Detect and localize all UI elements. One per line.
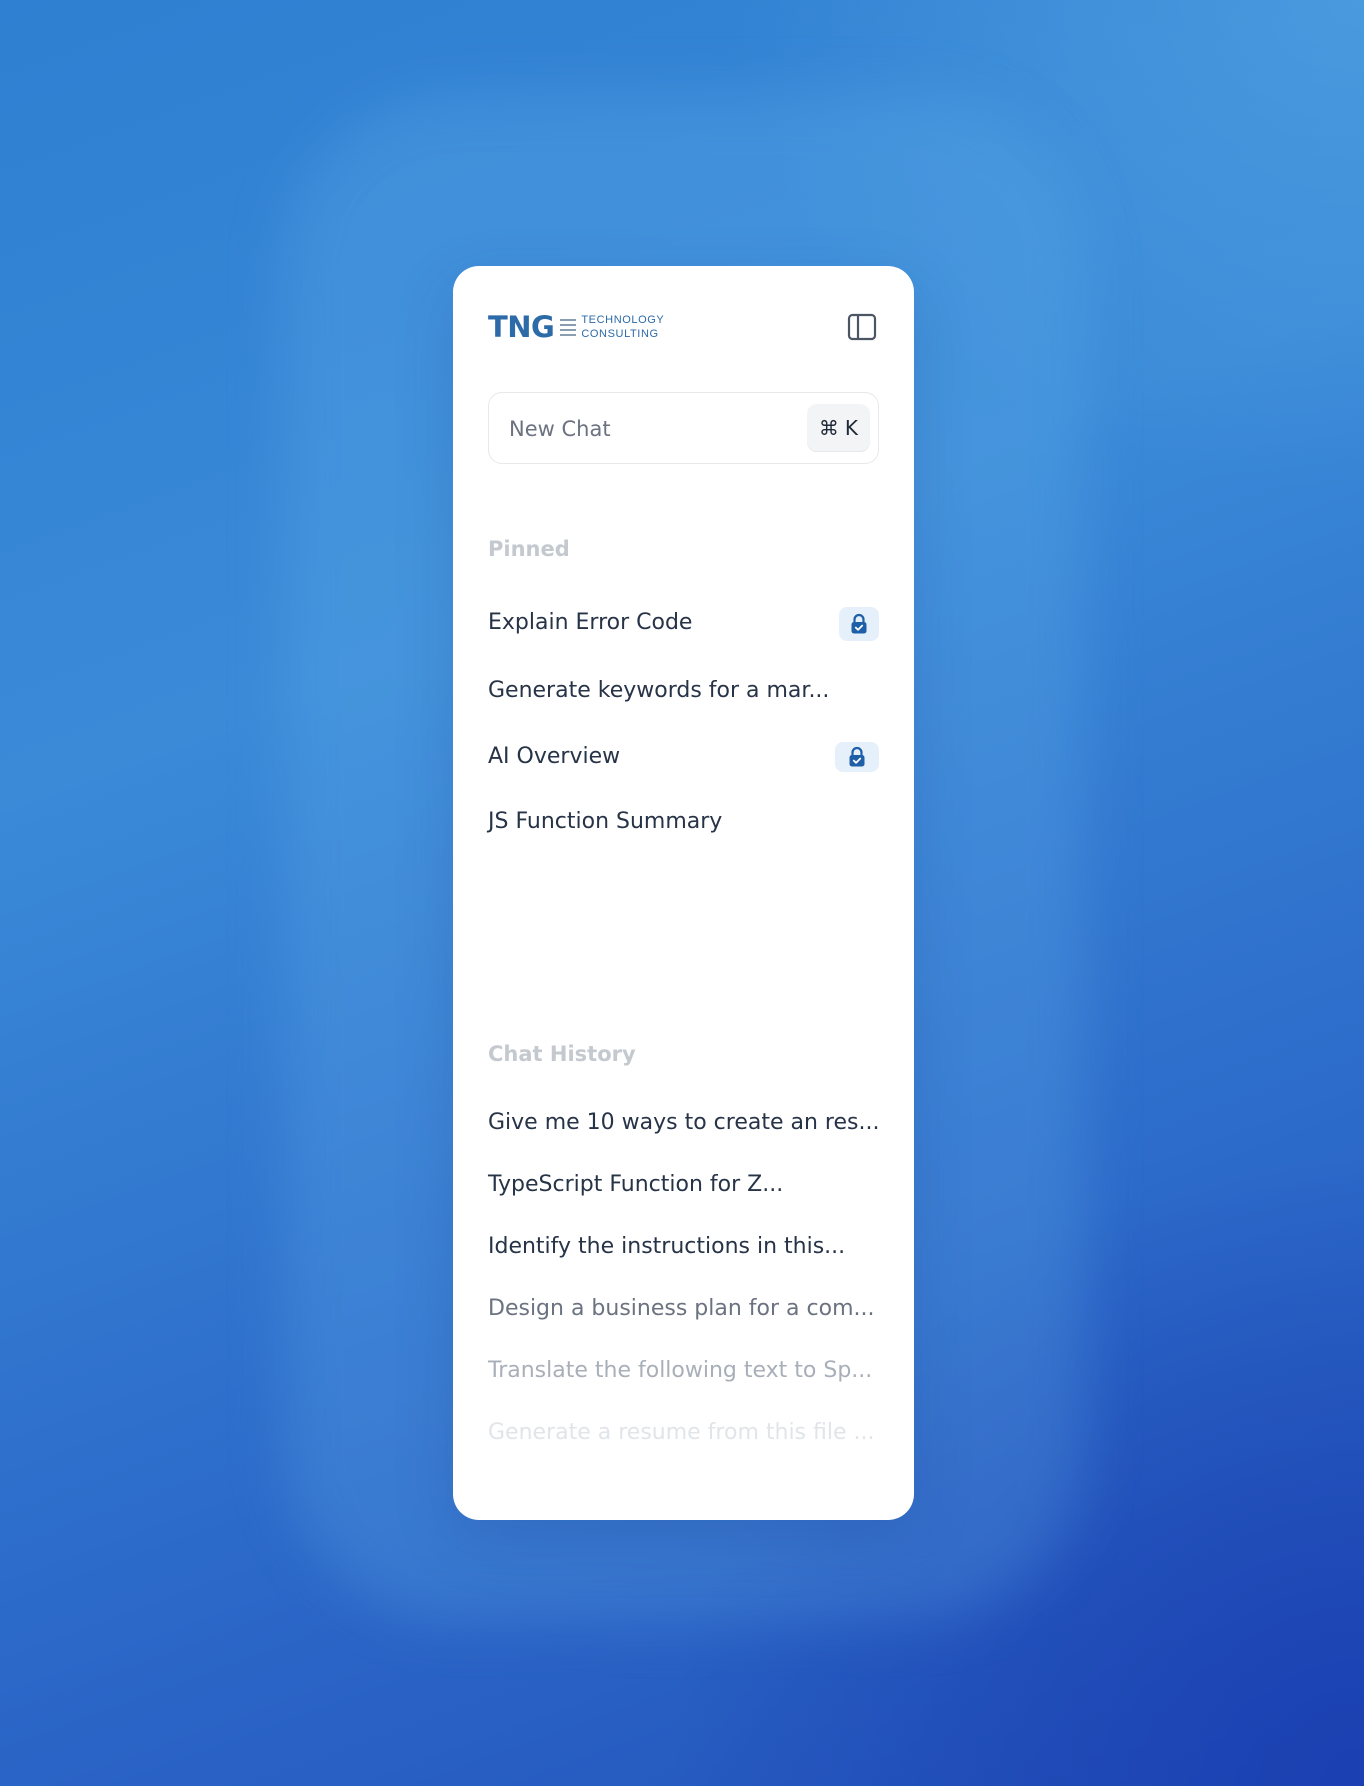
- sidebar-header: TNG TECHNOLOGY CONSULTING: [488, 306, 879, 348]
- pinned-item[interactable]: AI Overview: [488, 737, 879, 777]
- pinned-item-label: Generate keywords for a mar...: [488, 678, 830, 703]
- pinned-item[interactable]: Generate keywords for a mar...: [488, 671, 879, 711]
- lock-icon: [849, 746, 865, 767]
- history-item[interactable]: Translate the following text to Sp...: [488, 1351, 879, 1391]
- history-item[interactable]: Give me 10 ways to create an res...: [488, 1103, 879, 1143]
- pinned-item-label: AI Overview: [488, 744, 621, 769]
- pinned-item[interactable]: JS Function Summary: [488, 802, 879, 842]
- chat-sidebar-panel: TNG TECHNOLOGY CONSULTING New Chat ⌘ K P…: [453, 266, 914, 1520]
- pinned-item-label: Explain Error Code: [488, 610, 693, 635]
- new-chat-button[interactable]: New Chat ⌘ K: [488, 392, 879, 464]
- logo-text-line-1: TECHNOLOGY: [581, 314, 665, 326]
- history-item-label: TypeScript Function for Z...: [488, 1172, 784, 1197]
- lock-icon-badge: [839, 607, 879, 641]
- history-item-label: Give me 10 ways to create an res...: [488, 1110, 880, 1135]
- pinned-item[interactable]: Explain Error Code: [488, 603, 879, 643]
- history-item[interactable]: Identify the instructions in this...: [488, 1227, 879, 1267]
- logo-bars-icon: [560, 318, 577, 336]
- history-item-label: Identify the instructions in this...: [488, 1234, 846, 1259]
- history-item[interactable]: TypeScript Function for Z...: [488, 1165, 879, 1205]
- new-chat-label: New Chat: [509, 417, 611, 441]
- history-item[interactable]: Design a business plan for a com...: [488, 1289, 879, 1329]
- sidebar-panel-icon: [847, 313, 877, 341]
- history-item-label: Generate a resume from this file ...: [488, 1420, 875, 1445]
- keyboard-shortcut-badge: ⌘ K: [806, 404, 870, 452]
- history-item[interactable]: Generate a resume from this file ...: [488, 1413, 879, 1453]
- pinned-section-title: Pinned: [488, 537, 570, 561]
- logo-text-line-2: CONSULTING: [581, 328, 659, 340]
- logo-text: TECHNOLOGY CONSULTING: [581, 313, 664, 341]
- logo-mark: TNG: [488, 309, 555, 344]
- shortcut-key: K: [844, 416, 858, 440]
- history-item-label: Translate the following text to Sp...: [488, 1358, 873, 1383]
- pinned-item-label: JS Function Summary: [488, 809, 723, 834]
- lock-icon-badge: [835, 742, 879, 772]
- brand-logo: TNG TECHNOLOGY CONSULTING: [488, 306, 664, 348]
- command-key-icon: ⌘: [818, 416, 839, 440]
- sidebar-toggle-button[interactable]: [845, 310, 879, 344]
- chat-history-section-title: Chat History: [488, 1042, 636, 1066]
- lock-icon: [851, 613, 867, 634]
- history-item-label: Design a business plan for a com...: [488, 1296, 875, 1321]
